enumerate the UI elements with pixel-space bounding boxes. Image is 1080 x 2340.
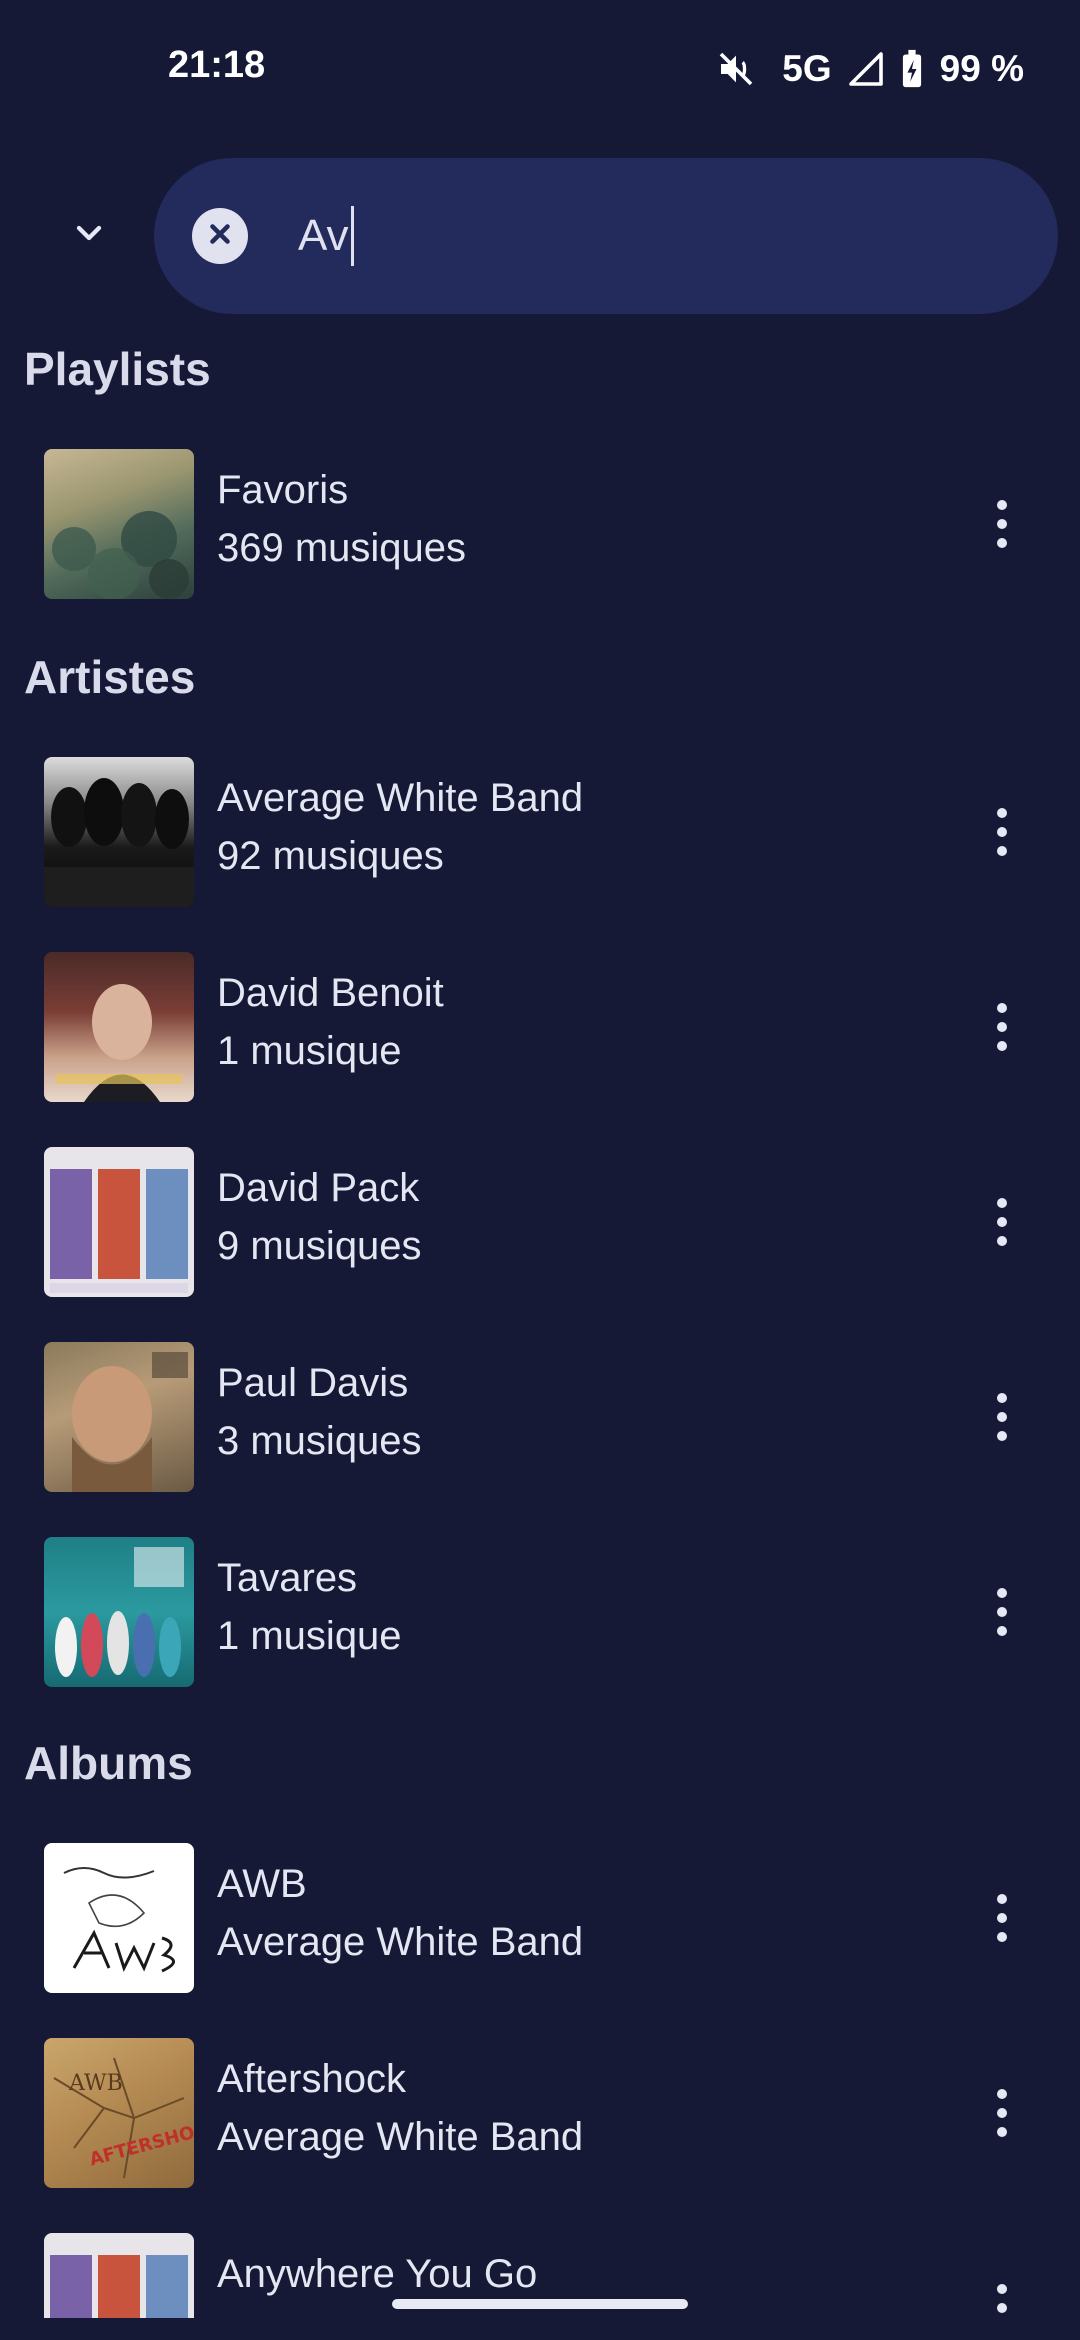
clear-icon <box>205 219 235 254</box>
more-options-button[interactable] <box>970 1182 1034 1262</box>
status-time: 21:18 <box>168 44 266 86</box>
playlist-cover <box>44 449 194 599</box>
more-vert-icon-dot <box>997 2127 1007 2137</box>
more-vert-icon-dot <box>997 1041 1007 1051</box>
artist-subtitle: 1 musique <box>217 1614 402 1658</box>
more-options-button[interactable] <box>970 987 1034 1067</box>
artist-image <box>44 1537 194 1687</box>
search-query: Av <box>298 211 349 260</box>
artist-image <box>44 1147 194 1297</box>
artist-item[interactable]: Paul Davis 3 musiques <box>0 1337 1080 1497</box>
artist-image <box>44 952 194 1102</box>
search-input[interactable]: Av <box>298 200 354 272</box>
artist-title: Average White Band <box>217 776 584 820</box>
artist-item[interactable]: David Benoit 1 musique <box>0 947 1080 1107</box>
more-vert-icon-dot <box>997 1236 1007 1246</box>
more-options-button[interactable] <box>970 2268 1034 2318</box>
signal-icon <box>848 51 884 87</box>
more-vert-icon-dot <box>997 538 1007 548</box>
album-artist: Average White Band <box>217 1920 584 1964</box>
album-title: AWB <box>217 1862 307 1906</box>
section-title-playlists: Playlists <box>24 343 211 395</box>
album-item[interactable]: AWB Average White Band <box>0 1838 1080 1998</box>
battery-level: 99 % <box>939 48 1024 89</box>
artist-subtitle: 3 musiques <box>217 1419 422 1463</box>
album-title: Aftershock <box>217 2057 406 2101</box>
album-item[interactable]: AWB AFTERSHOCK Aftershock Average White B… <box>0 2033 1080 2193</box>
home-indicator[interactable] <box>392 2299 688 2309</box>
artist-title: David Pack <box>217 1166 420 1210</box>
artist-image <box>44 757 194 907</box>
album-title: Anywhere You Go <box>217 2252 538 2296</box>
more-options-button[interactable] <box>970 2073 1034 2153</box>
more-vert-icon-dot <box>997 1913 1007 1923</box>
album-artist: Average White Band <box>217 2115 584 2159</box>
battery-charging-icon <box>900 49 924 89</box>
artist-image <box>44 1342 194 1492</box>
artist-title: Paul Davis <box>217 1361 409 1405</box>
more-vert-icon <box>997 808 1007 818</box>
artist-subtitle: 9 musiques <box>217 1224 422 1268</box>
more-options-button[interactable] <box>970 1377 1034 1457</box>
more-options-button[interactable] <box>970 792 1034 872</box>
status-bar: 21:18 5G 99 % <box>0 0 1080 140</box>
album-cover: AWB AFTERSHOCK <box>44 2038 194 2188</box>
playlist-item[interactable]: Favoris 369 musiques <box>0 444 1080 604</box>
artist-item[interactable]: Tavares 1 musique <box>0 1532 1080 1692</box>
artist-subtitle: 92 musiques <box>217 834 444 878</box>
chevron-down-icon <box>69 213 109 258</box>
text-caret <box>350 206 354 266</box>
more-vert-icon <box>997 1588 1007 1598</box>
playlist-title: Favoris <box>217 468 349 512</box>
more-vert-icon-dot <box>997 1607 1007 1617</box>
more-vert-icon <box>997 1894 1007 1904</box>
more-vert-icon <box>997 1393 1007 1403</box>
more-vert-icon-dot <box>997 1022 1007 1032</box>
section-title-artists: Artistes <box>24 651 196 703</box>
status-icons: 5G 99 % <box>716 44 1024 94</box>
more-vert-icon-dot <box>997 1932 1007 1942</box>
search-bar[interactable]: Av <box>154 158 1058 314</box>
more-options-button[interactable] <box>970 1572 1034 1652</box>
clear-search-button[interactable] <box>192 208 248 264</box>
more-vert-icon-dot <box>997 1217 1007 1227</box>
more-vert-icon-dot <box>997 1626 1007 1636</box>
more-vert-icon-dot <box>997 846 1007 856</box>
artist-item[interactable]: David Pack 9 musiques <box>0 1142 1080 1302</box>
more-vert-icon-dot <box>997 519 1007 529</box>
more-options-button[interactable] <box>970 484 1034 564</box>
more-vert-icon <box>997 2089 1007 2099</box>
album-cover <box>44 2233 194 2318</box>
artist-item[interactable]: Average White Band 92 musiques <box>0 752 1080 912</box>
more-vert-icon-dot <box>997 827 1007 837</box>
more-vert-icon-dot <box>997 2303 1007 2313</box>
svg-text:AFTERSHOCK: AFTERSHOCK <box>87 2115 194 2171</box>
artist-subtitle: 1 musique <box>217 1029 402 1073</box>
more-vert-icon <box>997 500 1007 510</box>
mute-icon <box>716 49 756 89</box>
more-vert-icon <box>997 1003 1007 1013</box>
playlist-subtitle: 369 musiques <box>217 526 467 570</box>
artist-title: Tavares <box>217 1556 358 1600</box>
collapse-button[interactable] <box>54 200 124 270</box>
more-vert-icon-dot <box>997 2108 1007 2118</box>
artist-title: David Benoit <box>217 971 444 1015</box>
more-options-button[interactable] <box>970 1878 1034 1958</box>
more-vert-icon <box>997 2284 1007 2294</box>
network-label: 5G <box>782 48 832 89</box>
album-cover <box>44 1843 194 1993</box>
more-vert-icon <box>997 1198 1007 1208</box>
more-vert-icon-dot <box>997 1431 1007 1441</box>
svg-text:AWB: AWB <box>68 2071 123 2096</box>
section-title-albums: Albums <box>24 1737 193 1789</box>
more-vert-icon-dot <box>997 1412 1007 1422</box>
